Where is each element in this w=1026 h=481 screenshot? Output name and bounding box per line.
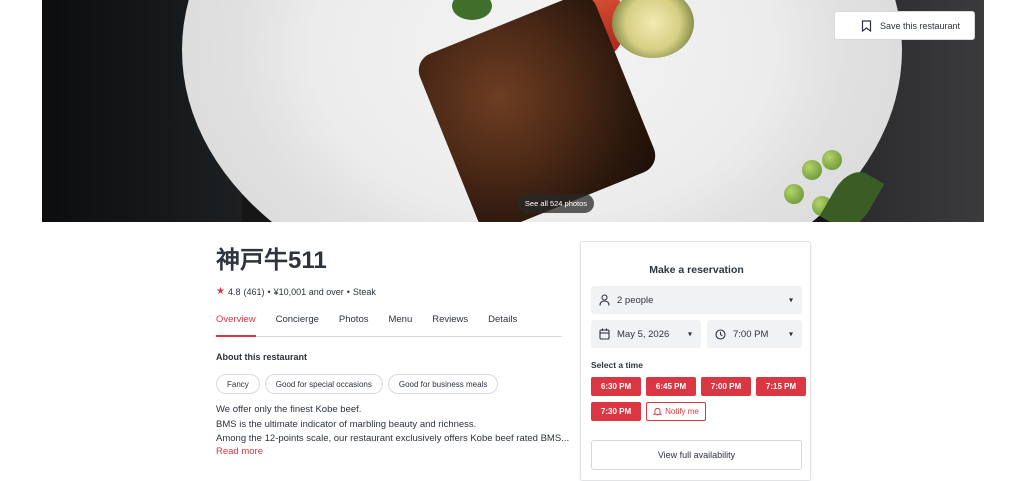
time-slot-button[interactable]: 7:00 PM xyxy=(701,377,751,396)
save-restaurant-label: Save this restaurant xyxy=(880,20,961,31)
pea xyxy=(784,184,804,204)
person-icon xyxy=(599,294,610,306)
tab-overview[interactable]: Overview xyxy=(216,306,256,337)
notify-me-label: Notify me xyxy=(665,407,699,416)
tag-chip: Fancy xyxy=(216,374,260,394)
save-restaurant-button[interactable]: Save this restaurant xyxy=(834,11,975,40)
tag-chip: Good for special occasions xyxy=(264,374,383,394)
restaurant-name: 神戸牛511 xyxy=(216,247,327,274)
restaurant-meta: ★ 4.8 (461) • ¥10,001 and over • Steak xyxy=(216,286,376,297)
review-count: (461) xyxy=(243,286,265,297)
tag-list: Fancy Good for special occasions Good fo… xyxy=(216,374,499,394)
reservation-title: Make a reservation xyxy=(649,264,744,276)
restaurant-description: We offer only the finest Kobe beef. BMS … xyxy=(216,403,569,447)
price-range: ¥10,001 and over xyxy=(273,286,344,297)
time-value: 7:00 PM xyxy=(733,328,769,340)
description-line: Among the 12-points scale, our restauran… xyxy=(216,433,570,444)
time-slot-button[interactable]: 6:45 PM xyxy=(646,377,696,396)
date-value: May 5, 2026 xyxy=(617,328,670,340)
bell-icon xyxy=(653,408,663,416)
time-slot-button[interactable]: 7:15 PM xyxy=(756,377,806,396)
chevron-down-icon: ▾ xyxy=(687,329,692,339)
tab-reviews[interactable]: Reviews xyxy=(432,306,468,335)
date-select[interactable]: May 5, 2026 ▾ xyxy=(591,320,701,348)
clock-icon xyxy=(715,328,726,340)
time-select[interactable]: 7:00 PM ▾ xyxy=(707,320,802,348)
tag-chip: Good for business meals xyxy=(387,374,499,394)
separator: • xyxy=(267,286,271,297)
tab-concierge[interactable]: Concierge xyxy=(276,306,319,335)
party-size-value: 2 people xyxy=(617,294,654,306)
pea xyxy=(822,150,842,170)
description-line: We offer only the finest Kobe beef. xyxy=(216,404,362,415)
cuisine: Steak xyxy=(352,286,376,297)
reservation-card: Make a reservation 2 people ▾ May 5, 202… xyxy=(580,241,811,481)
star-icon: ★ xyxy=(216,286,225,297)
bookmark-icon xyxy=(861,19,872,32)
see-all-photos-button[interactable]: See all 524 photos xyxy=(518,194,594,213)
tab-menu[interactable]: Menu xyxy=(388,306,412,335)
see-all-photos-label: See all 524 photos xyxy=(524,199,588,208)
select-time-label: Select a time xyxy=(591,360,643,370)
read-more-link[interactable]: Read more xyxy=(216,446,263,457)
calendar-icon xyxy=(599,328,610,340)
view-full-availability-label: View full availability xyxy=(657,450,736,460)
time-slot-button[interactable]: 6:30 PM xyxy=(591,377,641,396)
tab-photos[interactable]: Photos xyxy=(339,306,369,335)
description-line: BMS is the ultimate indicator of marblin… xyxy=(216,418,477,430)
notify-me-button[interactable]: Notify me xyxy=(646,402,706,421)
pea xyxy=(802,160,822,180)
party-size-select[interactable]: 2 people ▾ xyxy=(591,286,802,314)
about-heading: About this restaurant xyxy=(216,352,308,362)
separator: • xyxy=(346,286,350,297)
tab-bar: Overview Concierge Photos Menu Reviews D… xyxy=(216,306,562,337)
tab-details[interactable]: Details xyxy=(488,306,517,335)
chevron-down-icon: ▾ xyxy=(788,295,793,305)
rating-value: 4.8 xyxy=(227,286,241,297)
chevron-down-icon: ▾ xyxy=(788,329,793,339)
time-slot-button[interactable]: 7:30 PM xyxy=(591,402,641,421)
time-slot-list: 6:30 PM 6:45 PM 7:00 PM 7:15 PM 7:30 PM … xyxy=(591,377,806,421)
